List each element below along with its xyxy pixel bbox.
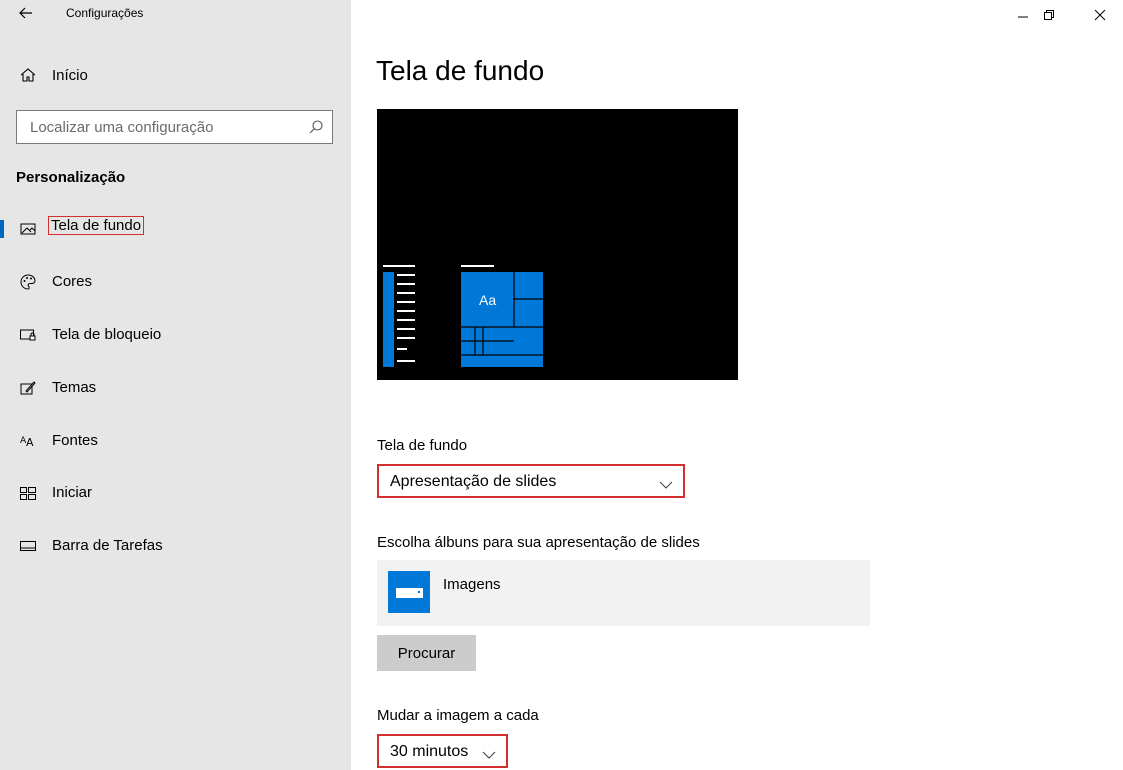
background-label: Tela de fundo — [377, 437, 468, 454]
sidebar-item-start[interactable]: Iniciar — [0, 478, 351, 508]
lock-screen-icon — [18, 325, 38, 345]
picture-icon — [18, 219, 38, 239]
chevron-down-icon — [482, 747, 496, 759]
browse-button[interactable]: Procurar — [377, 635, 476, 671]
sidebar-home[interactable]: Início — [0, 62, 351, 88]
interval-value: 30 minutos — [390, 743, 469, 760]
close-icon — [1094, 9, 1106, 21]
section-title: Personalização — [16, 169, 126, 186]
app-title: Configurações — [66, 6, 144, 20]
selection-indicator — [0, 220, 4, 238]
preview-tile-label: Aa — [479, 292, 497, 308]
sidebar-item-lock-screen[interactable]: Tela de bloqueio — [0, 320, 351, 350]
interval-dropdown[interactable]: 30 minutos — [377, 734, 508, 768]
interval-label: Mudar a imagem a cada — [377, 707, 539, 724]
chevron-down-icon — [659, 477, 673, 489]
taskbar-icon — [18, 536, 38, 556]
sidebar-item-label: Cores — [52, 273, 93, 290]
sidebar: Configurações Início Localizar uma confi… — [0, 0, 351, 770]
sidebar-item-label: Fontes — [52, 432, 98, 449]
restore-icon — [1044, 10, 1054, 20]
sidebar-item-colors[interactable]: Cores — [0, 267, 351, 297]
start-menu-preview — [383, 265, 543, 367]
home-label: Início — [52, 66, 88, 84]
page-title: Tela de fundo — [376, 55, 545, 86]
background-type-dropdown[interactable]: Apresentação de slides — [377, 464, 685, 498]
sidebar-item-fonts[interactable]: AA Fontes — [0, 426, 351, 456]
sidebar-item-taskbar[interactable]: Barra de Tarefas — [0, 531, 351, 561]
sidebar-item-label: Tela de fundo — [48, 216, 145, 235]
start-icon — [18, 483, 38, 503]
sidebar-item-background[interactable]: Tela de fundo — [0, 214, 351, 244]
palette-icon — [18, 272, 38, 292]
search-placeholder: Localizar uma configuração — [30, 119, 214, 136]
svg-text:A: A — [26, 436, 34, 449]
restore-button[interactable] — [1026, 0, 1072, 30]
albums-label: Escolha álbuns para sua apresentação de … — [377, 534, 700, 551]
fonts-icon: AA — [18, 431, 38, 451]
sidebar-item-label: Barra de Tarefas — [52, 537, 163, 554]
search-input[interactable]: Localizar uma configuração — [16, 110, 333, 144]
sidebar-item-label: Temas — [52, 379, 97, 396]
album-name: Imagens — [443, 576, 501, 593]
sidebar-item-themes[interactable]: Temas — [0, 373, 351, 403]
themes-icon — [18, 378, 38, 398]
background-type-value: Apresentação de slides — [390, 473, 557, 490]
back-arrow-icon[interactable] — [18, 3, 34, 23]
close-button[interactable] — [1077, 0, 1123, 30]
album-item[interactable]: Imagens — [377, 560, 870, 626]
sidebar-item-label: Tela de bloqueio — [52, 326, 162, 343]
background-preview: Aa — [377, 109, 738, 380]
home-icon — [18, 65, 38, 85]
album-folder-icon — [388, 571, 430, 613]
sidebar-item-label: Iniciar — [52, 484, 93, 501]
search-icon[interactable] — [308, 119, 324, 135]
